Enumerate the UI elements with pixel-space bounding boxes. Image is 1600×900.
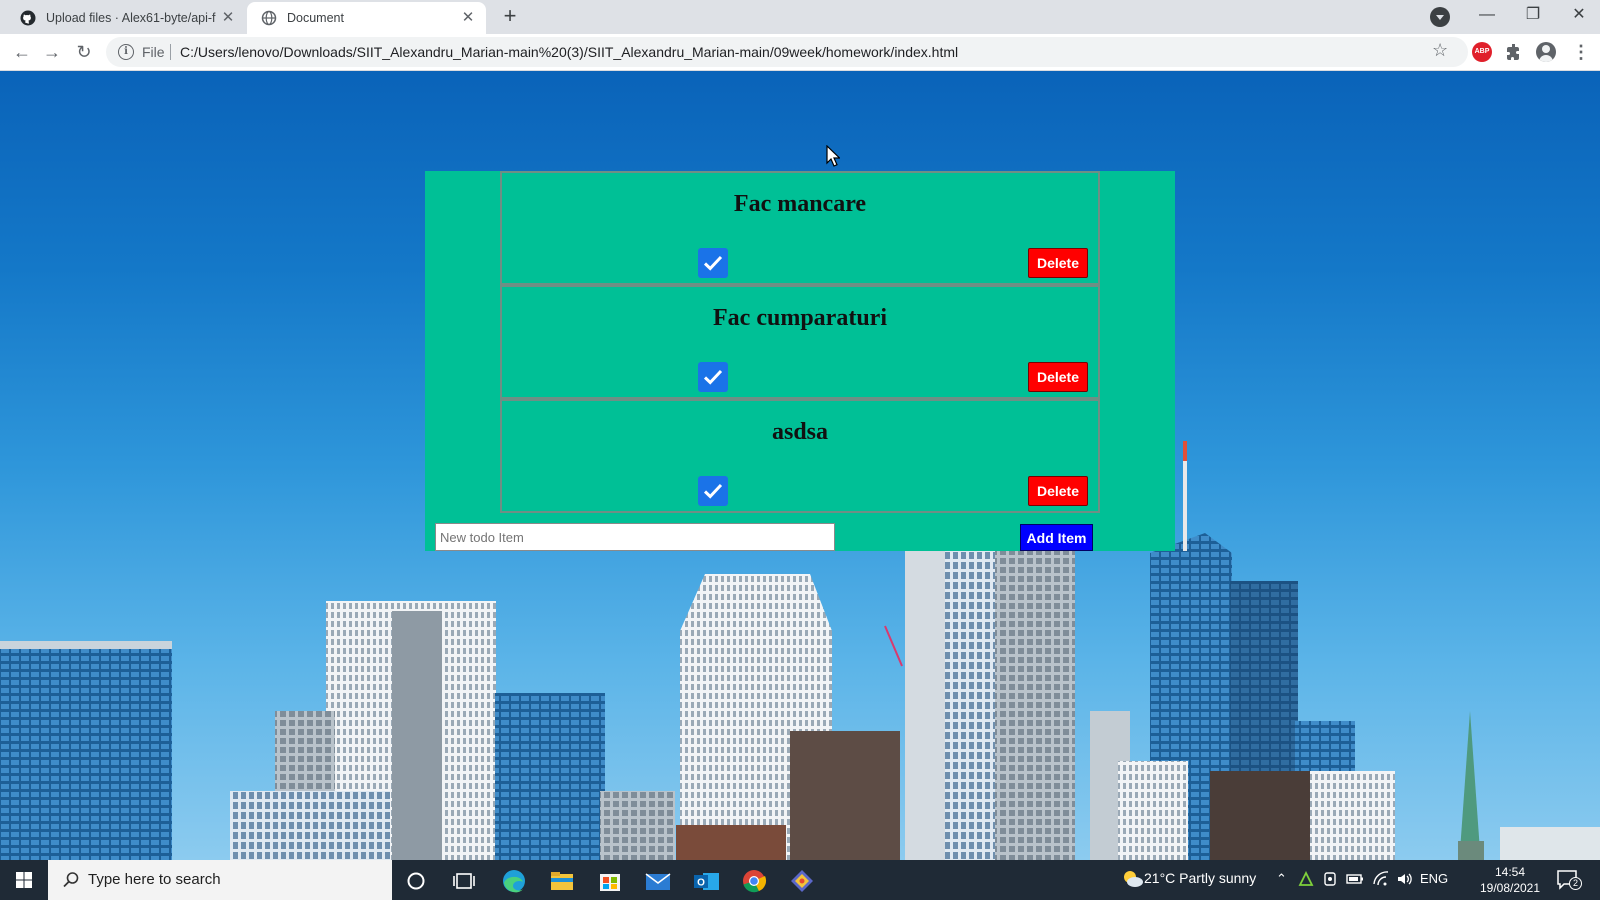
- menu-kebab-icon[interactable]: ⋮: [1572, 40, 1590, 64]
- cortana-icon[interactable]: [396, 864, 436, 898]
- reload-icon[interactable]: ↻: [72, 40, 96, 64]
- weather-text[interactable]: 21°C Partly sunny: [1144, 870, 1256, 886]
- tab-title: Document: [287, 11, 344, 25]
- clock-time: 14:54: [1494, 865, 1526, 879]
- todo-title: asdsa: [771, 419, 829, 445]
- svg-text:O: O: [697, 878, 705, 889]
- volume-icon[interactable]: [1396, 871, 1414, 887]
- divider: [170, 44, 171, 60]
- restore-button[interactable]: ❐: [1510, 0, 1556, 32]
- close-icon[interactable]: ✕: [220, 10, 236, 26]
- todo-checkbox[interactable]: [698, 476, 728, 506]
- mail-icon[interactable]: [638, 864, 678, 898]
- git-app-icon[interactable]: [782, 864, 822, 898]
- new-todo-input[interactable]: [435, 523, 835, 551]
- back-arrow-icon[interactable]: ←: [10, 40, 34, 64]
- notification-count-badge: 2: [1569, 877, 1582, 890]
- todo-title: Fac mancare: [733, 191, 867, 217]
- todo-panel: Fac mancare Delete Fac cumparaturi Delet…: [425, 171, 1175, 551]
- todo-item: Fac mancare Delete: [500, 171, 1100, 285]
- tab-document[interactable]: Document ✕: [247, 2, 486, 34]
- url-text[interactable]: C:/Users/lenovo/Downloads/SIIT_Alexandru…: [180, 44, 958, 60]
- checkmark-icon: [703, 255, 723, 271]
- taskbar-search-box[interactable]: Type here to search: [48, 860, 392, 900]
- task-view-icon[interactable]: [444, 864, 484, 898]
- address-bar[interactable]: i File C:/Users/lenovo/Downloads/SIIT_Al…: [106, 37, 1468, 67]
- todo-title: Fac cumparaturi: [713, 305, 887, 331]
- tab-upload-files[interactable]: Upload files · Alex61-byte/api-fet ✕: [8, 2, 246, 34]
- mouse-cursor-icon: [826, 145, 840, 167]
- weather-partly-sunny-icon[interactable]: [1122, 868, 1144, 890]
- forward-arrow-icon[interactable]: →: [40, 40, 64, 64]
- info-icon[interactable]: i: [118, 44, 134, 60]
- windows-taskbar: Type here to search O 21°C Partly sunny …: [0, 860, 1600, 900]
- meet-now-icon[interactable]: [1322, 871, 1338, 887]
- url-scheme-label: File: [142, 44, 165, 60]
- chrome-icon[interactable]: [734, 864, 774, 898]
- delete-button[interactable]: Delete: [1028, 476, 1088, 506]
- notification-center-button[interactable]: 2: [1556, 868, 1584, 892]
- outlook-icon[interactable]: O: [686, 864, 726, 898]
- checkmark-icon: [703, 369, 723, 385]
- todo-item: Fac cumparaturi Delete: [500, 285, 1100, 399]
- battery-icon[interactable]: [1346, 871, 1364, 887]
- windows-start-icon[interactable]: [0, 860, 48, 900]
- tab-title: Upload files · Alex61-byte/api-fet: [46, 11, 216, 25]
- todo-list: Fac mancare Delete Fac cumparaturi Delet…: [500, 171, 1100, 513]
- github-icon: [20, 10, 36, 26]
- search-placeholder: Type here to search: [88, 871, 221, 888]
- network-shield-icon[interactable]: [1298, 871, 1314, 887]
- page-viewport: Fac mancare Delete Fac cumparaturi Delet…: [0, 71, 1600, 860]
- tab-search-button[interactable]: [1430, 7, 1450, 27]
- wifi-icon[interactable]: [1372, 871, 1390, 887]
- minimize-button[interactable]: —: [1464, 0, 1510, 32]
- language-indicator[interactable]: ENG: [1420, 871, 1448, 886]
- file-explorer-icon[interactable]: [542, 864, 582, 898]
- system-clock[interactable]: 14:54 19/08/2021: [1478, 864, 1542, 896]
- window-close-button[interactable]: ✕: [1556, 0, 1600, 32]
- bookmark-star-icon[interactable]: ☆: [1432, 41, 1448, 59]
- new-tab-button[interactable]: +: [498, 5, 522, 29]
- delete-button[interactable]: Delete: [1028, 248, 1088, 278]
- close-icon[interactable]: ✕: [460, 10, 476, 26]
- browser-tab-bar: Upload files · Alex61-byte/api-fet ✕ Doc…: [0, 0, 1600, 34]
- todo-checkbox[interactable]: [698, 362, 728, 392]
- add-item-button[interactable]: Add Item: [1020, 524, 1093, 551]
- todo-checkbox[interactable]: [698, 248, 728, 278]
- todo-item: asdsa Delete: [500, 399, 1100, 513]
- clock-date: 19/08/2021: [1479, 881, 1541, 895]
- search-icon: [63, 872, 79, 888]
- extensions-puzzle-icon[interactable]: [1504, 42, 1524, 62]
- checkmark-icon: [703, 483, 723, 499]
- browser-toolbar: ← → ↻ i File C:/Users/lenovo/Downloads/S…: [0, 34, 1600, 71]
- profile-avatar-icon[interactable]: [1536, 42, 1556, 62]
- chevron-up-icon[interactable]: ⌃: [1276, 871, 1287, 887]
- adblock-icon[interactable]: ABP: [1472, 42, 1492, 62]
- edge-browser-icon[interactable]: [494, 864, 534, 898]
- globe-icon: [261, 10, 277, 26]
- microsoft-store-icon[interactable]: [590, 864, 630, 898]
- delete-button[interactable]: Delete: [1028, 362, 1088, 392]
